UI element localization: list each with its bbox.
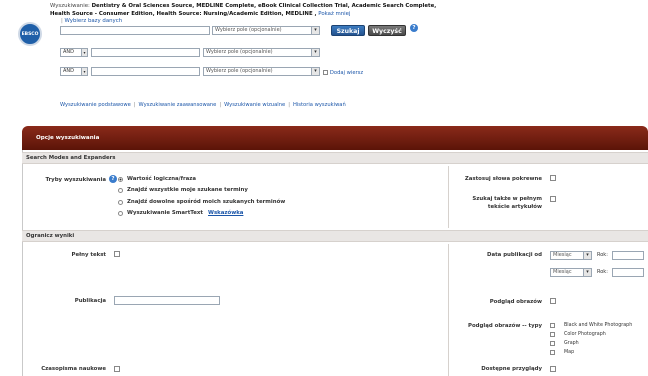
limit-section-header: Ogranicz wyniki [22,230,648,242]
mode-radio-smarttext[interactable] [118,211,123,216]
image-types-label: Podgląd obrazów -- typy [468,323,542,329]
modes-section-header: Search Modes and Expanders [22,152,648,164]
clear-button[interactable]: Wyczyść [368,25,406,36]
search-input-3[interactable] [91,67,200,76]
operator-select-2[interactable]: AND ▾ [60,48,88,57]
field-select-3-value: Wybierz pole (opcjonalnie) [206,68,273,74]
pub-date-month-from[interactable]: Miesiąc ▾ [550,251,592,260]
year-to-input[interactable] [612,268,644,277]
choose-databases-label: Wybierz bazy danych [64,18,123,24]
scholarly-label: Czasopisma naukowe [41,366,106,372]
mode-label-all-terms: Znajdź wszystkie moje szukane terminy [127,187,248,193]
add-row-link[interactable]: Dodaj wiersz [323,69,363,76]
nav-basic-search[interactable]: Wyszukiwanie podstawowe [60,102,131,108]
search-options-header [22,126,648,150]
nav-sep: | [219,102,222,108]
scholarly-checkbox[interactable] [114,366,120,372]
pub-date-label: Data publikacji od [486,252,542,258]
image-type-bw-label: Black and White Photograph [564,323,633,328]
limit-divider [448,244,449,376]
add-row-icon [323,70,328,75]
nav-visual-search[interactable]: Wyszukiwanie wizualne [224,102,285,108]
nav-advanced-search[interactable]: Wyszukiwanie zaawansowane [139,102,217,108]
show-less-link[interactable]: Pokaż mniej [318,11,350,17]
year-from-input[interactable] [612,251,644,260]
chevron-down-icon: ▾ [311,49,319,56]
help-icon[interactable]: ? [410,24,418,32]
nav-sep: | [133,102,136,108]
mode-radio-all-terms[interactable] [118,188,123,193]
modes-help-icon[interactable]: ? [109,175,117,183]
full-text-label: Pełny tekst [71,252,106,258]
available-previews-label: Dostępne przyglądy [481,366,542,372]
chevron-down-icon: ▾ [311,27,319,34]
search-fulltext-checkbox[interactable] [550,196,556,202]
field-select-1-value: Wybierz pole (opcjonalnie) [215,27,282,33]
year-to-label: Rok: [597,269,608,275]
apply-related-checkbox[interactable] [550,175,556,181]
publication-label: Publikacja [74,298,106,304]
mode-label-any-terms: Znajdź dowolne spośród moich szukanych t… [127,199,286,205]
image-preview-checkbox[interactable] [550,298,556,304]
field-select-3[interactable]: Wybierz pole (opcjonalnie) ▾ [203,67,320,76]
chevron-down-icon: ▾ [583,269,591,276]
image-type-map-label: Map [564,350,575,355]
mode-radio-any-terms[interactable] [118,200,123,205]
operator-select-3[interactable]: AND ▾ [60,67,88,76]
month-from-value: Miesiąc [553,252,572,258]
chevron-down-icon: ▾ [583,252,591,259]
image-type-color-label: Color Photograph [564,332,606,337]
field-select-2-value: Wybierz pole (opcjonalnie) [206,49,273,55]
search-fulltext-label: Szukaj także w pełnym tekście artykułów [472,196,542,210]
choose-databases-link[interactable]: | Wybierz bazy danych [61,18,122,24]
field-select-1[interactable]: Wybierz pole (opcjonalnie) ▾ [212,26,320,35]
image-type-map-checkbox[interactable] [550,350,555,355]
nav-sep: | [288,102,290,108]
chevron-down-icon: ▾ [311,68,319,75]
search-input-1[interactable] [60,26,210,35]
operator-value-3: AND [63,68,75,74]
publication-input[interactable] [114,296,220,305]
apply-related-label: Zastosuj słowa pokrewne [464,176,542,182]
image-type-graph-label: Graph [564,341,579,346]
searching-prefix: Wyszukiwanie: [50,3,90,9]
image-type-color-checkbox[interactable] [550,332,555,337]
search-options-title: Opcje wyszukiwania [36,135,100,141]
month-to-value: Miesiąc [553,269,572,275]
smarttext-hint-link[interactable]: Wskazówka [208,210,243,216]
mode-label-smarttext: Wyszukiwanie SmartText [127,210,203,216]
search-button[interactable]: Szukaj [331,25,365,36]
search-input-2[interactable] [91,48,200,57]
image-type-graph-checkbox[interactable] [550,341,555,346]
full-text-checkbox[interactable] [114,251,120,257]
mode-radio-boolean[interactable] [118,177,123,182]
operator-value-2: AND [63,49,75,55]
image-preview-label: Podgląd obrazów [489,299,542,305]
pub-date-month-to[interactable]: Miesiąc ▾ [550,268,592,277]
modes-divider [448,166,449,228]
field-select-2[interactable]: Wybierz pole (opcjonalnie) ▾ [203,48,320,57]
search-mode-nav: Wyszukiwanie podstawowe | Wyszukiwanie zaa… [60,102,346,108]
mode-label-boolean: Wartość logiczna/fraza [127,176,197,182]
available-previews-checkbox[interactable] [550,366,556,372]
modes-label: Tryby wyszukiwania [45,177,106,183]
chevron-down-icon: ▾ [81,68,87,75]
image-type-bw-checkbox[interactable] [550,323,555,328]
databases-list: Dentistry & Oral Sciences Source, MEDLIN… [50,3,437,17]
chevron-down-icon: ▾ [81,49,87,56]
add-row-label: Dodaj wiersz [329,70,364,76]
ebsco-logo[interactable]: EBSCO [18,22,42,46]
searching-databases-text: Wyszukiwanie: Dentistry & Oral Sciences … [50,2,440,18]
nav-search-history[interactable]: Historia wyszukiwań [293,102,346,108]
year-from-label: Rok: [597,252,608,258]
